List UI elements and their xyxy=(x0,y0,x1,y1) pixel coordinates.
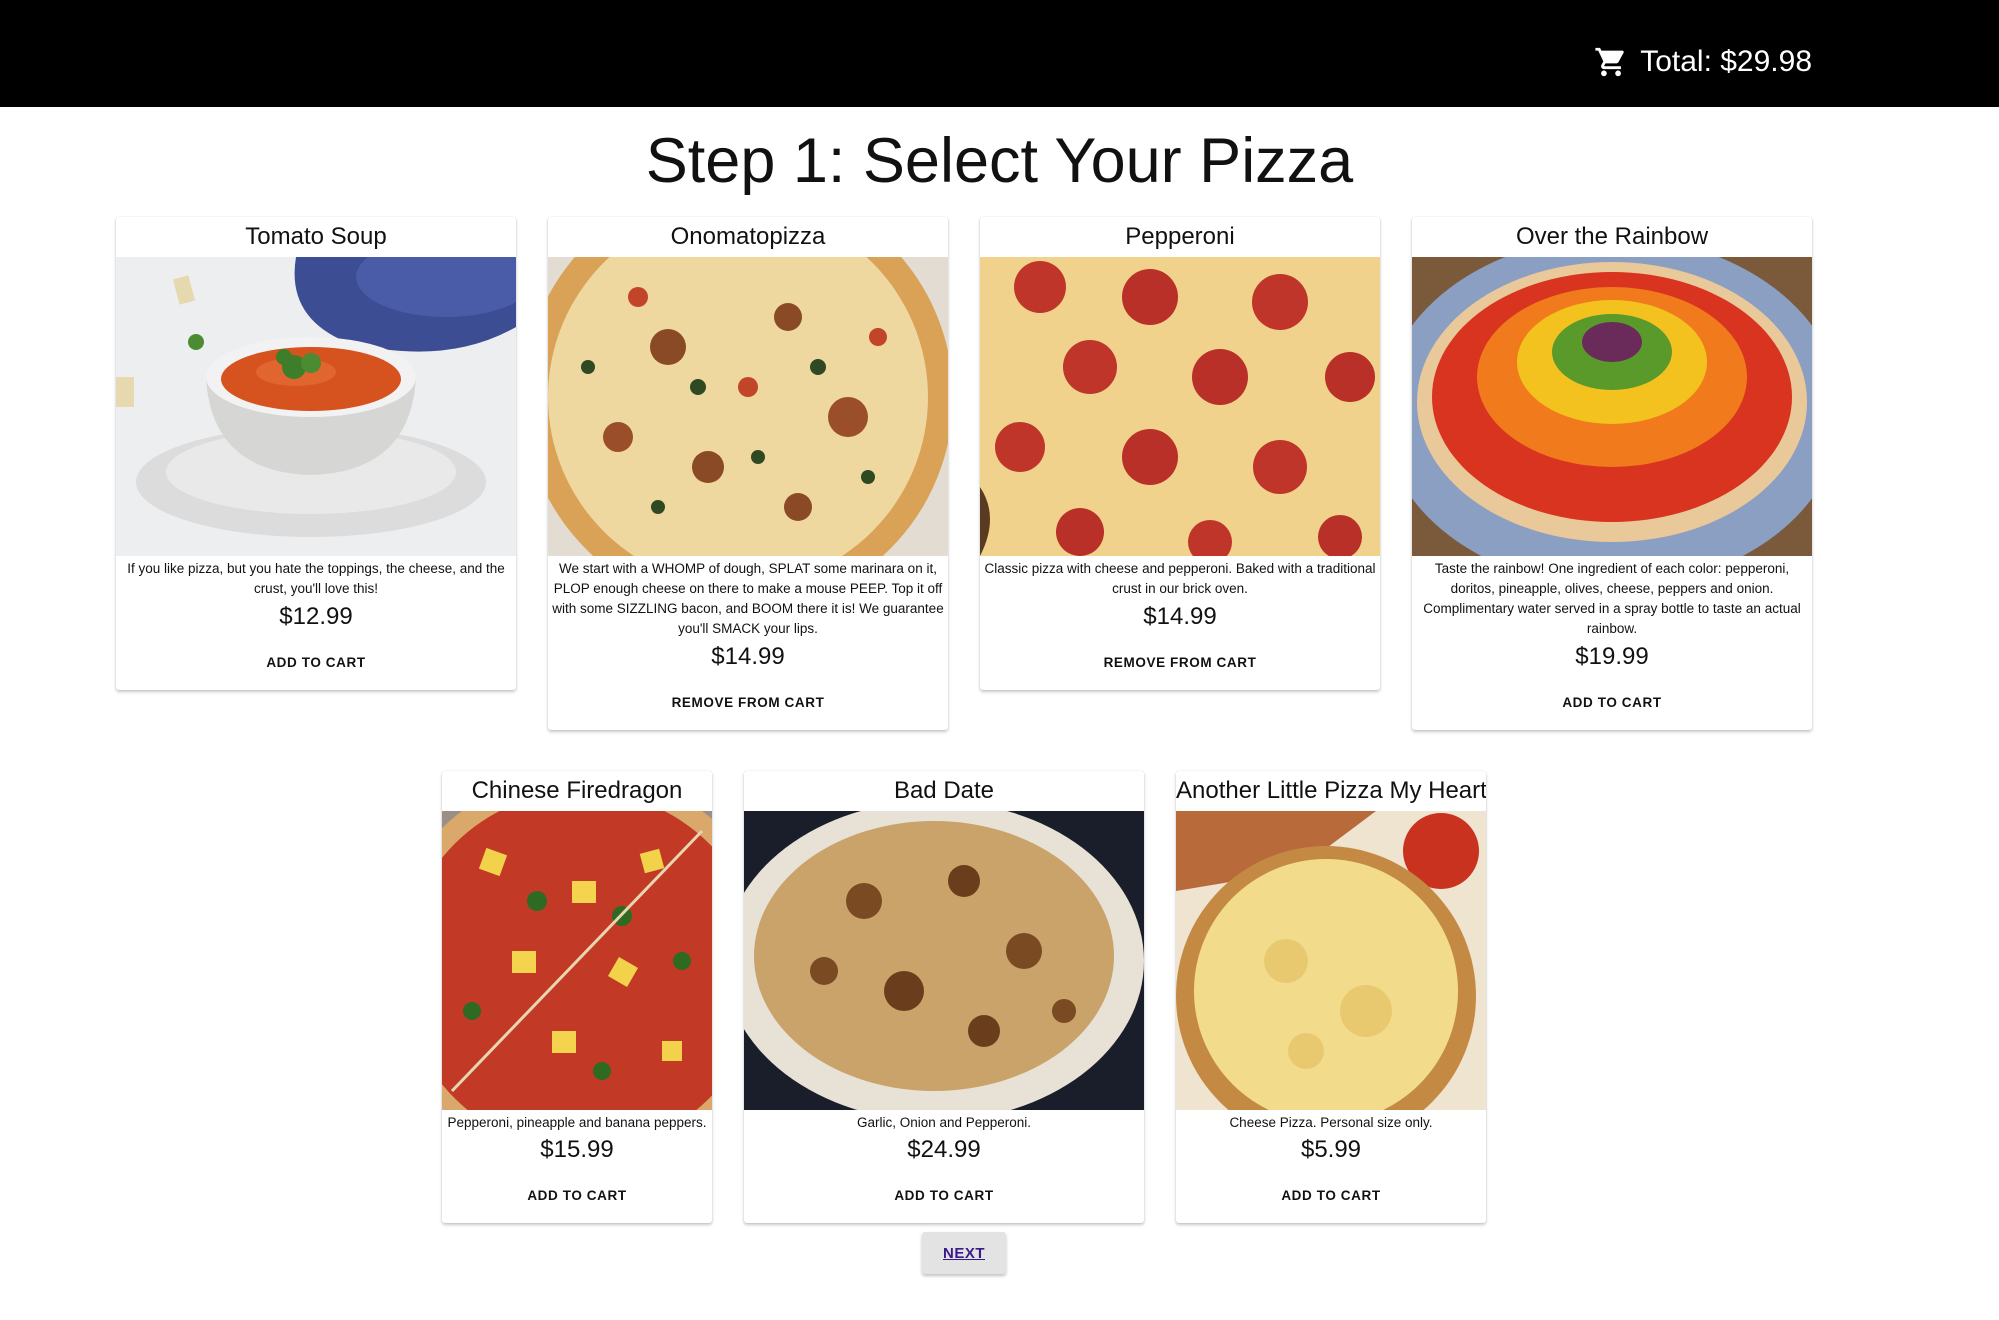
remove-from-cart-button[interactable]: REMOVE FROM CART xyxy=(658,687,839,718)
add-to-cart-button[interactable]: ADD TO CART xyxy=(880,1180,1007,1211)
product-description: Pepperoni, pineapple and banana peppers. xyxy=(447,1115,707,1130)
product-price: $24.99 xyxy=(907,1136,981,1163)
product-card-pepperoni: Pepperoni Classic pizza with cheese and … xyxy=(980,217,1380,690)
cart-total[interactable]: Total: $29.98 xyxy=(1594,42,1812,82)
product-image-over-the-rainbow xyxy=(1412,257,1812,556)
product-image-chinese-firedragon xyxy=(442,811,712,1110)
product-title: Another Little Pizza My Heart xyxy=(1176,777,1486,804)
product-price: $19.99 xyxy=(1575,643,1649,670)
product-price: $14.99 xyxy=(711,643,785,670)
top-app-bar: Total: $29.98 xyxy=(0,0,1999,107)
product-title: Onomatopizza xyxy=(670,223,826,250)
product-description: If you like pizza, but you hate the topp… xyxy=(127,561,505,596)
product-description: We start with a WHOMP of dough, SPLAT so… xyxy=(552,561,944,636)
product-card-onomatopizza: Onomatopizza We start with a WHOMP of do… xyxy=(548,217,948,730)
product-image-tomato-soup xyxy=(116,257,516,556)
add-to-cart-button[interactable]: ADD TO CART xyxy=(513,1180,640,1211)
product-image-onomatopizza xyxy=(548,257,948,556)
product-image-another-little-pizza-my-heart xyxy=(1176,811,1486,1110)
product-description: Cheese Pizza. Personal size only. xyxy=(1229,1115,1433,1130)
add-to-cart-button[interactable]: ADD TO CART xyxy=(252,647,379,678)
cart-total-label: Total: $29.98 xyxy=(1640,45,1812,78)
product-image-bad-date xyxy=(744,811,1144,1110)
product-card-another-little-pizza-my-heart: Another Little Pizza My Heart Cheese Piz… xyxy=(1176,771,1486,1223)
product-price: $5.99 xyxy=(1300,1136,1362,1163)
add-to-cart-button[interactable]: ADD TO CART xyxy=(1548,687,1675,718)
product-card-chinese-firedragon: Chinese Firedragon Pepperoni, pineapple … xyxy=(442,771,712,1223)
product-description: Garlic, Onion and Pepperoni. xyxy=(856,1115,1032,1130)
next-button[interactable]: NEXT xyxy=(922,1232,1006,1274)
product-description: Classic pizza with cheese and pepperoni.… xyxy=(984,561,1376,596)
product-title: Bad Date xyxy=(893,777,995,804)
remove-from-cart-button[interactable]: REMOVE FROM CART xyxy=(1090,647,1271,678)
product-title: Pepperoni xyxy=(1125,223,1235,250)
product-card-bad-date: Bad Date Garlic, Onion and Pepperoni. $2… xyxy=(744,771,1144,1223)
product-description: Taste the rainbow! One ingredient of eac… xyxy=(1423,561,1801,636)
product-title: Chinese Firedragon xyxy=(471,777,683,804)
add-to-cart-button[interactable]: ADD TO CART xyxy=(1267,1180,1394,1211)
product-price: $14.99 xyxy=(1143,603,1217,630)
product-image-pepperoni xyxy=(980,257,1380,556)
shopping-cart-icon xyxy=(1595,47,1624,77)
product-card-over-the-rainbow: Over the Rainbow Taste the rainbow! One … xyxy=(1412,217,1812,730)
page-title: Step 1: Select Your Pizza xyxy=(645,126,1354,196)
product-title: Over the Rainbow xyxy=(1515,223,1709,250)
product-title: Tomato Soup xyxy=(245,223,387,250)
product-price: $12.99 xyxy=(279,603,353,630)
product-card-tomato-soup: Tomato Soup If you like pizza, but you h… xyxy=(116,217,516,690)
product-price: $15.99 xyxy=(540,1136,614,1163)
